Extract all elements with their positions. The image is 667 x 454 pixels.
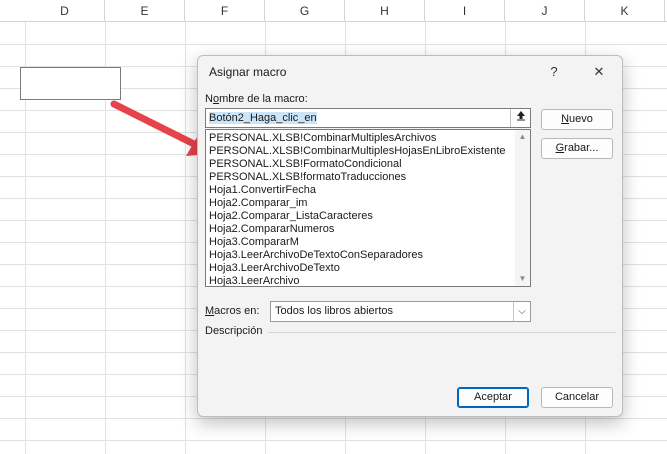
column-header-j[interactable]: J bbox=[505, 0, 585, 22]
list-item[interactable]: PERSONAL.XLSB!CombinarMultiplesHojasEnLi… bbox=[206, 145, 530, 158]
list-item[interactable]: Hoja3.LeerArchivoDeTextoConSeparadores bbox=[206, 249, 530, 262]
description-divider bbox=[268, 332, 616, 333]
list-item[interactable]: Hoja1.ConvertirFecha bbox=[206, 184, 530, 197]
column-header-row: D E F G H I J K bbox=[0, 0, 667, 22]
macros-in-select[interactable]: Todos los libros abiertos ⌵ bbox=[270, 301, 531, 322]
help-icon: ? bbox=[550, 64, 558, 79]
column-header-i[interactable]: I bbox=[425, 0, 505, 22]
upload-arrow-icon bbox=[516, 111, 525, 121]
list-item[interactable]: Hoja3.LeerArchivo bbox=[206, 275, 530, 286]
list-item[interactable]: PERSONAL.XLSB!FormatoCondicional bbox=[206, 158, 530, 171]
macro-name-label: Nombre de la macro: bbox=[205, 93, 308, 105]
column-header-e[interactable]: E bbox=[105, 0, 185, 22]
dialog-title: Asignar macro bbox=[209, 65, 287, 79]
list-item[interactable]: Hoja2.CompararNumeros bbox=[206, 223, 530, 236]
scroll-down-icon[interactable]: ▼ bbox=[515, 272, 530, 286]
chevron-down-icon[interactable]: ⌵ bbox=[513, 302, 530, 321]
list-item[interactable]: Hoja2.Comparar_ListaCaracteres bbox=[206, 210, 530, 223]
column-header-h[interactable]: H bbox=[345, 0, 425, 22]
close-button[interactable]: ✕ bbox=[586, 60, 612, 84]
list-item[interactable]: Hoja3.CompararM bbox=[206, 236, 530, 249]
list-item[interactable]: PERSONAL.XLSB!CombinarMultiplesArchivos bbox=[206, 132, 530, 145]
macros-in-label: Macros en: bbox=[205, 305, 260, 317]
list-item[interactable]: PERSONAL.XLSB!formatoTraducciones bbox=[206, 171, 530, 184]
assign-macro-dialog: Asignar macro ? ✕ Nombre de la macro: Bo… bbox=[197, 55, 623, 417]
description-label: Descripción bbox=[205, 325, 263, 337]
macro-list[interactable]: PERSONAL.XLSB!CombinarMultiplesArchivos … bbox=[205, 129, 531, 287]
macros-in-value: Todos los libros abiertos bbox=[275, 305, 394, 317]
list-item[interactable]: Hoja2.Comparar_im bbox=[206, 197, 530, 210]
column-header-d[interactable]: D bbox=[25, 0, 105, 22]
form-button-shape[interactable] bbox=[20, 67, 121, 100]
scroll-up-icon[interactable]: ▲ bbox=[515, 130, 530, 144]
accept-button[interactable]: Aceptar bbox=[457, 387, 529, 408]
list-scrollbar[interactable]: ▲ ▼ bbox=[515, 130, 530, 286]
record-button[interactable]: Grabar... bbox=[541, 138, 613, 159]
close-icon: ✕ bbox=[593, 64, 605, 79]
cancel-button[interactable]: Cancelar bbox=[541, 387, 613, 408]
macro-name-input[interactable]: Botón2_Haga_clic_en bbox=[205, 108, 531, 128]
help-button[interactable]: ? bbox=[541, 60, 567, 84]
column-header-f[interactable]: F bbox=[185, 0, 265, 22]
column-header-g[interactable]: G bbox=[265, 0, 345, 22]
macro-name-value: Botón2_Haga_clic_en bbox=[209, 112, 317, 124]
column-header-k[interactable]: K bbox=[585, 0, 665, 22]
list-item[interactable]: Hoja3.LeerArchivoDeTexto bbox=[206, 262, 530, 275]
collapse-button[interactable] bbox=[510, 109, 530, 127]
new-button[interactable]: Nuevo bbox=[541, 109, 613, 130]
